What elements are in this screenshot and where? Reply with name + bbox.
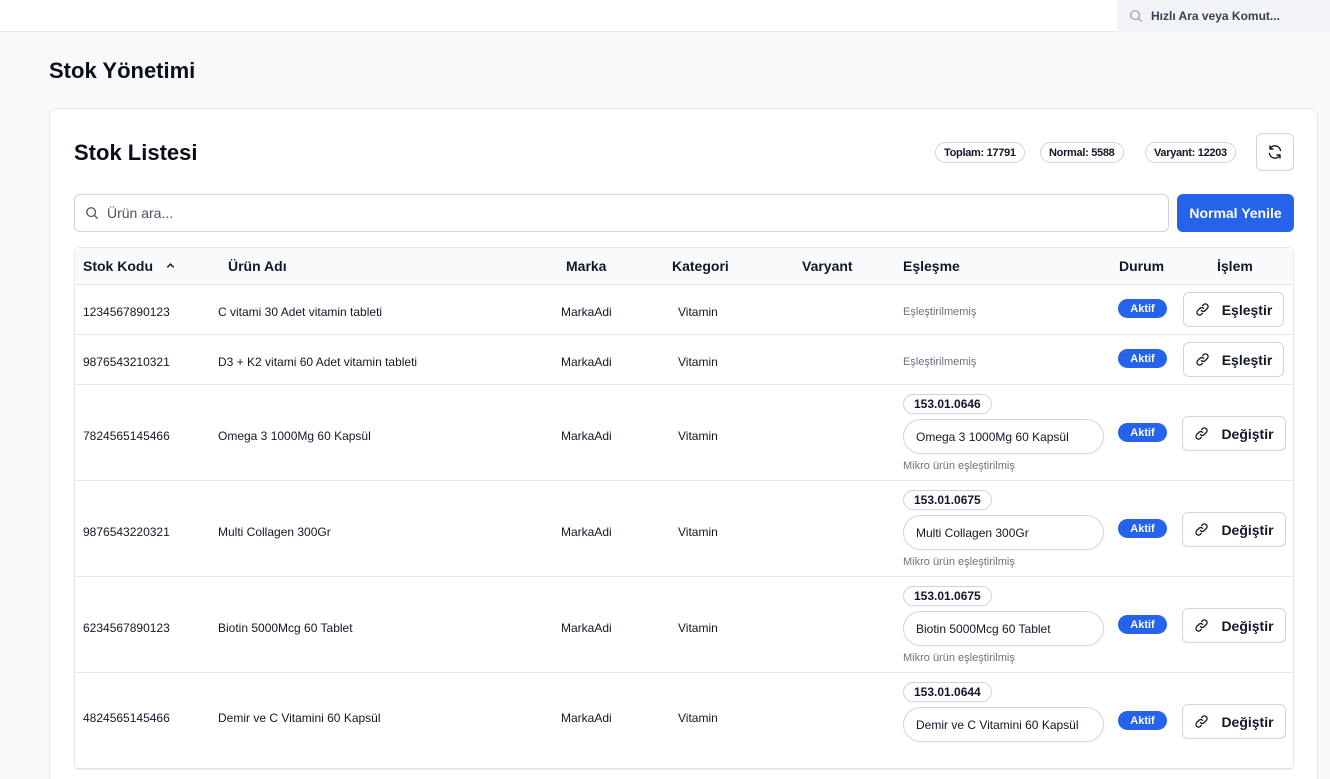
stock-table: Stok Kodu Ürün Adı Marka Kategori Varyan…	[74, 247, 1294, 770]
product-name: C vitami 30 Adet vitamin tableti	[218, 305, 383, 319]
table-row: 9876543210321 D3 + K2 vitami 60 Adet vit…	[75, 335, 1293, 385]
column-header-match[interactable]: Eşleşme	[903, 258, 960, 274]
change-button-label: Değiştir	[1221, 617, 1274, 634]
column-header-name[interactable]: Ürün Adı	[228, 258, 287, 274]
matched-product-label: Multi Collagen 300Gr	[916, 525, 1029, 540]
match-note: Mikro ürün eşleştirilmiş	[903, 460, 1015, 472]
normal-refresh-button[interactable]: Normal Yenile	[1177, 194, 1294, 232]
table-row: 6234567890123 Biotin 5000Mcg 60 Tablet M…	[75, 577, 1293, 673]
product-name: Omega 3 1000Mg 60 Kapsül	[218, 429, 371, 443]
link-icon	[1195, 427, 1209, 440]
column-header-action: İşlem	[1217, 258, 1253, 274]
category: Vitamin	[678, 621, 718, 635]
link-icon	[1196, 353, 1209, 366]
table-row: 7824565145466 Omega 3 1000Mg 60 Kapsül M…	[75, 385, 1293, 481]
micro-code-chip: 153.01.0646	[903, 394, 992, 414]
card-title: Stok Listesi	[74, 140, 198, 165]
change-button[interactable]: Değiştir	[1182, 608, 1286, 643]
match-status-text: Eşleştirilmemiş	[903, 306, 977, 318]
status-badge: Aktif	[1118, 519, 1167, 538]
matched-product-label: Demir ve C Vitamini 60 Kapsül	[916, 717, 1079, 732]
match-button-label: Eşleştir	[1221, 351, 1273, 368]
table-row: 4824565145466 Demir ve C Vitamini 60 Kap…	[75, 673, 1293, 769]
table-header: Stok Kodu Ürün Adı Marka Kategori Varyan…	[75, 248, 1293, 285]
column-header-code[interactable]: Stok Kodu	[83, 258, 176, 274]
link-icon	[1196, 303, 1209, 316]
normal-count-badge: Normal: 5588	[1040, 142, 1124, 163]
product-name: Biotin 5000Mcg 60 Tablet	[218, 621, 353, 635]
matched-product-select[interactable]: Multi Collagen 300Gr	[903, 515, 1104, 550]
brand: MarkaAdi	[561, 525, 612, 539]
stock-list-card: Stok Listesi Toplam: 17791 Normal: 5588 …	[49, 108, 1318, 779]
match-button[interactable]: Eşleştir	[1183, 342, 1284, 377]
change-button-label: Değiştir	[1221, 425, 1274, 442]
match-note: Mikro ürün eşleştirilmiş	[903, 556, 1015, 568]
product-name: Multi Collagen 300Gr	[218, 525, 331, 539]
table-row: 1234567890123 C vitami 30 Adet vitamin t…	[75, 285, 1293, 335]
match-button[interactable]: Eşleştir	[1183, 292, 1284, 327]
product-name: Demir ve C Vitamini 60 Kapsül	[218, 711, 381, 725]
stock-code: 6234567890123	[83, 621, 170, 635]
column-header-brand[interactable]: Marka	[566, 258, 606, 274]
change-button[interactable]: Değiştir	[1182, 512, 1286, 547]
product-search-field[interactable]	[74, 194, 1169, 232]
search-icon	[1130, 10, 1143, 23]
brand: MarkaAdi	[561, 355, 612, 369]
variant-count-badge: Varyant: 12203	[1145, 142, 1236, 163]
brand: MarkaAdi	[561, 305, 612, 319]
match-button-label: Eşleştir	[1221, 301, 1273, 318]
status-badge: Aktif	[1118, 615, 1167, 634]
category: Vitamin	[678, 355, 718, 369]
status-badge: Aktif	[1118, 711, 1167, 730]
matched-product-select[interactable]: Demir ve C Vitamini 60 Kapsül	[903, 707, 1104, 742]
chevron-up-icon	[166, 263, 175, 268]
change-button-label: Değiştir	[1221, 521, 1274, 538]
product-name: D3 + K2 vitami 60 Adet vitamin tableti	[218, 355, 418, 369]
micro-code-chip: 153.01.0644	[903, 682, 992, 702]
brand: MarkaAdi	[561, 429, 612, 443]
match-status-text: Eşleştirilmemiş	[903, 356, 977, 368]
product-search-input[interactable]	[107, 205, 1107, 221]
match-note: Mikro ürün eşleştirilmiş	[903, 652, 1015, 664]
stock-code: 1234567890123	[83, 305, 170, 319]
stock-code: 7824565145466	[83, 429, 170, 443]
quick-search-box[interactable]: Hızlı Ara veya Komut...	[1117, 0, 1330, 32]
link-icon	[1195, 715, 1209, 728]
table-row: 9876543220321 Multi Collagen 300Gr Marka…	[75, 481, 1293, 577]
category: Vitamin	[678, 711, 718, 725]
matched-product-label: Omega 3 1000Mg 60 Kapsül	[916, 429, 1069, 444]
page-title: Stok Yönetimi	[49, 58, 196, 83]
stock-code: 4824565145466	[83, 711, 170, 725]
column-header-code-label: Stok Kodu	[83, 258, 153, 274]
status-badge: Aktif	[1118, 423, 1167, 442]
column-header-status[interactable]: Durum	[1119, 258, 1164, 274]
column-header-variant[interactable]: Varyant	[802, 258, 853, 274]
search-icon	[86, 207, 99, 220]
refresh-icon	[1268, 145, 1282, 159]
topbar: Hızlı Ara veya Komut...	[0, 0, 1330, 32]
category: Vitamin	[678, 305, 718, 319]
column-header-category[interactable]: Kategori	[672, 258, 729, 274]
brand: MarkaAdi	[561, 621, 612, 635]
brand: MarkaAdi	[561, 711, 612, 725]
change-button[interactable]: Değiştir	[1182, 704, 1286, 739]
micro-code-chip: 153.01.0675	[903, 490, 992, 510]
total-count-badge: Toplam: 17791	[935, 142, 1025, 163]
refresh-button[interactable]	[1256, 133, 1294, 171]
link-icon	[1195, 523, 1209, 536]
category: Vitamin	[678, 429, 718, 443]
link-icon	[1195, 619, 1209, 632]
change-button-label: Değiştir	[1221, 713, 1274, 730]
matched-product-select[interactable]: Biotin 5000Mcg 60 Tablet	[903, 611, 1104, 646]
matched-product-label: Biotin 5000Mcg 60 Tablet	[916, 621, 1051, 636]
status-badge: Aktif	[1118, 299, 1167, 318]
category: Vitamin	[678, 525, 718, 539]
stock-code: 9876543220321	[83, 525, 170, 539]
status-badge: Aktif	[1118, 349, 1167, 368]
quick-search-placeholder: Hızlı Ara veya Komut...	[1151, 9, 1280, 23]
stock-code: 9876543210321	[83, 355, 170, 369]
matched-product-select[interactable]: Omega 3 1000Mg 60 Kapsül	[903, 419, 1104, 454]
micro-code-chip: 153.01.0675	[903, 586, 992, 606]
change-button[interactable]: Değiştir	[1182, 416, 1286, 451]
